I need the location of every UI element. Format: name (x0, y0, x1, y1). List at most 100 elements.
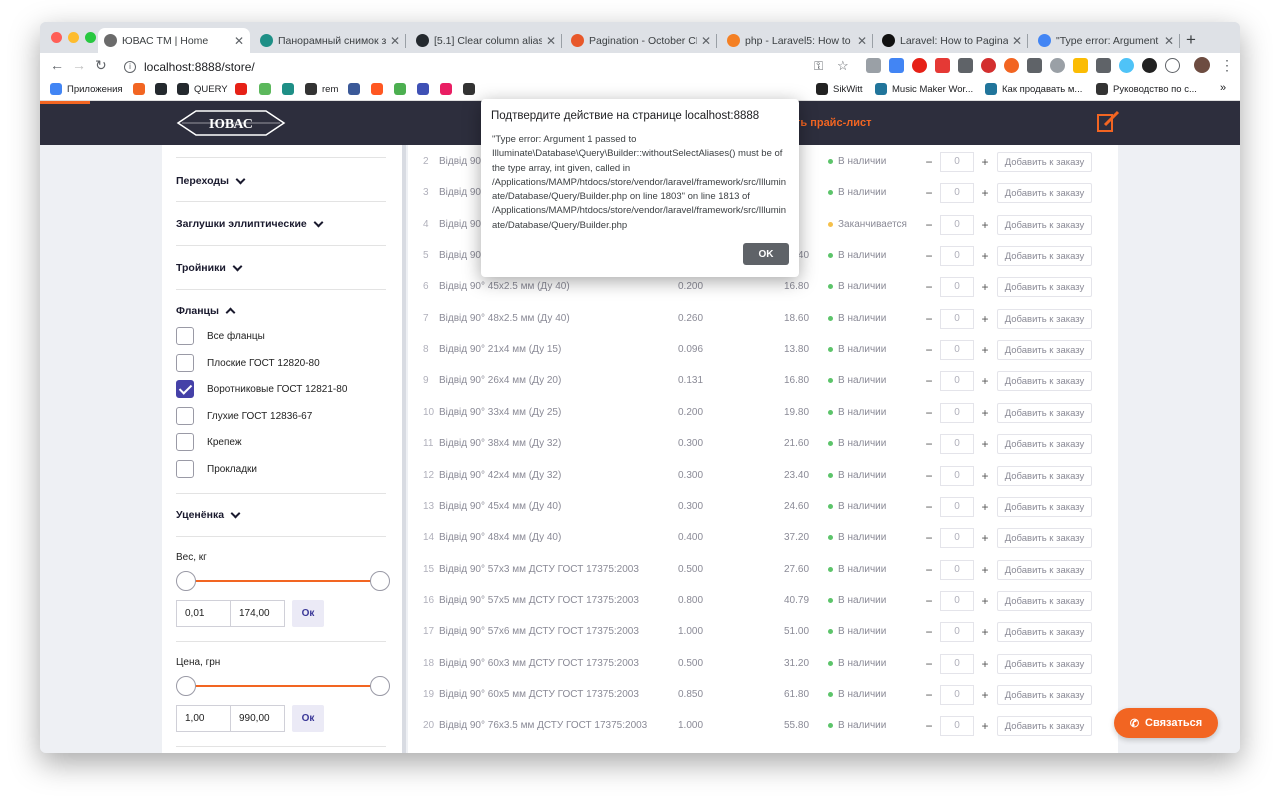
bookmark-item[interactable]: Music Maker Wor... (875, 83, 973, 95)
decrease-button[interactable]: − (920, 497, 938, 517)
price-slider-track[interactable] (186, 685, 381, 687)
menu-dots-icon[interactable]: ⋮ (1220, 57, 1234, 74)
increase-button[interactable]: + (976, 528, 994, 548)
extension-move-icon[interactable] (958, 58, 973, 73)
product-name[interactable]: Відвід 90° 45x4 мм (Ду 40) (439, 501, 561, 512)
add-to-order-button[interactable]: Добавить к заказу (997, 403, 1092, 423)
bookmark-item[interactable] (371, 83, 388, 95)
decrease-button[interactable]: − (920, 309, 938, 329)
quantity-input[interactable]: 0 (940, 246, 974, 266)
back-icon[interactable]: ← (50, 57, 64, 73)
tab-close-icon[interactable]: ✕ (1164, 34, 1174, 48)
add-to-order-button[interactable]: Добавить к заказу (997, 497, 1092, 517)
checkbox[interactable] (176, 327, 194, 345)
flange-filter-option[interactable]: Воротниковые ГОСТ 12821-80 (176, 380, 347, 398)
contact-button[interactable]: ✆ Связаться (1114, 708, 1218, 738)
bookmark-item[interactable] (259, 83, 276, 95)
increase-button[interactable]: + (976, 340, 994, 360)
increase-button[interactable]: + (976, 277, 994, 297)
browser-tab[interactable]: Панорамный снимок зубо ✕ (254, 28, 406, 53)
key-icon[interactable]: ⚿ (814, 59, 823, 74)
extension-circle-icon[interactable] (1050, 58, 1065, 73)
browser-tab[interactable]: ЮВАС ТМ | Home ✕ (98, 28, 250, 53)
decrease-button[interactable]: − (920, 654, 938, 674)
increase-button[interactable]: + (976, 716, 994, 736)
bookmark-item[interactable]: Руководство по с... (1096, 83, 1197, 95)
extension-filter-icon[interactable] (1096, 58, 1111, 73)
dialog-ok-button[interactable]: OK (743, 243, 789, 265)
increase-button[interactable]: + (976, 246, 994, 266)
extension-ring-icon[interactable] (1165, 58, 1180, 73)
bookmark-item[interactable] (235, 83, 252, 95)
bookmark-item[interactable] (348, 83, 365, 95)
increase-button[interactable]: + (976, 371, 994, 391)
product-name[interactable]: Відвід 90° (439, 187, 485, 198)
quantity-input[interactable]: 0 (940, 152, 974, 172)
increase-button[interactable]: + (976, 497, 994, 517)
extension-lock-icon[interactable] (935, 58, 950, 73)
tab-close-icon[interactable]: ✕ (857, 34, 867, 48)
bookmark-item[interactable]: QUERY (177, 83, 228, 95)
tab-close-icon[interactable]: ✕ (234, 34, 244, 48)
filter-group-tees[interactable]: Тройники (176, 261, 243, 274)
weight-slider-track[interactable] (186, 580, 381, 582)
bookmark-item[interactable] (440, 83, 457, 95)
extension-dps-icon[interactable] (1119, 58, 1134, 73)
decrease-button[interactable]: − (920, 466, 938, 486)
bookmark-item[interactable]: SikWitt (816, 83, 863, 95)
decrease-button[interactable]: − (920, 340, 938, 360)
weight-ok-button[interactable]: Ок (292, 600, 324, 627)
extension-bulb-icon[interactable] (1073, 58, 1088, 73)
extension-dark-icon[interactable] (1142, 58, 1157, 73)
price-slider-min-handle[interactable] (176, 676, 196, 696)
tab-close-icon[interactable]: ✕ (390, 34, 400, 48)
product-name[interactable]: Відвід 90° 33x4 мм (Ду 25) (439, 407, 561, 418)
quantity-input[interactable]: 0 (940, 591, 974, 611)
tab-close-icon[interactable]: ✕ (1012, 34, 1022, 48)
browser-tab[interactable]: Pagination - October CMS ✕ (565, 28, 717, 53)
add-to-order-button[interactable]: Добавить к заказу (997, 685, 1092, 705)
bookmark-item[interactable] (282, 83, 299, 95)
product-name[interactable]: Відвід 90° 76x3.5 мм ДСТУ ГОСТ 17375:200… (439, 720, 647, 731)
product-name[interactable]: Відвід 90° 60x3 мм ДСТУ ГОСТ 17375:2003 (439, 658, 639, 669)
checkbox[interactable] (176, 380, 194, 398)
quantity-input[interactable]: 0 (940, 434, 974, 454)
extension-translate-icon[interactable] (889, 58, 904, 73)
decrease-button[interactable]: − (920, 560, 938, 580)
product-name[interactable]: Відвід 90° 60x5 мм ДСТУ ГОСТ 17375:2003 (439, 689, 639, 700)
extension-shield-icon[interactable] (866, 58, 881, 73)
flange-filter-option[interactable]: Все фланцы (176, 327, 265, 345)
add-to-order-button[interactable]: Добавить к заказу (997, 654, 1092, 674)
reload-icon[interactable]: ↻ (95, 57, 107, 74)
product-name[interactable]: Відвід 90° 57x5 мм ДСТУ ГОСТ 17375:2003 (439, 595, 639, 606)
decrease-button[interactable]: − (920, 591, 938, 611)
increase-button[interactable]: + (976, 622, 994, 642)
minimize-window-icon[interactable] (68, 32, 79, 43)
quantity-input[interactable]: 0 (940, 528, 974, 548)
site-info-icon[interactable]: i (124, 60, 136, 73)
add-to-order-button[interactable]: Добавить к заказу (997, 371, 1092, 391)
add-to-order-button[interactable]: Добавить к заказу (997, 622, 1092, 642)
filter-group-flanges[interactable]: Фланцы (176, 305, 236, 318)
product-name[interactable]: Відвід 90° 26x4 мм (Ду 20) (439, 375, 561, 386)
quantity-input[interactable]: 0 (940, 560, 974, 580)
extension-fire-icon[interactable] (1004, 58, 1019, 73)
pen-order-icon[interactable] (1095, 109, 1121, 135)
price-ok-button[interactable]: Ок (292, 705, 324, 732)
decrease-button[interactable]: − (920, 215, 938, 235)
product-name[interactable]: Відвід 90° 42x4 мм (Ду 32) (439, 470, 561, 481)
add-to-order-button[interactable]: Добавить к заказу (997, 560, 1092, 580)
increase-button[interactable]: + (976, 685, 994, 705)
bookmark-item[interactable] (394, 83, 411, 95)
zoom-window-icon[interactable] (85, 32, 96, 43)
decrease-button[interactable]: − (920, 622, 938, 642)
browser-tab[interactable]: [5.1] Clear column aliases ✕ (410, 28, 562, 53)
flange-filter-option[interactable]: Крепеж (176, 433, 242, 451)
add-to-order-button[interactable]: Добавить к заказу (997, 183, 1092, 203)
filter-group-elliptic-caps[interactable]: Заглушки эллиптические (176, 217, 324, 230)
quantity-input[interactable]: 0 (940, 340, 974, 360)
bookmark-star-icon[interactable]: ☆ (837, 58, 849, 74)
url-text[interactable]: localhost:8888/store/ (144, 60, 255, 74)
product-name[interactable]: Відвід 90° 45x2.5 мм (Ду 40) (439, 281, 570, 292)
increase-button[interactable]: + (976, 403, 994, 423)
